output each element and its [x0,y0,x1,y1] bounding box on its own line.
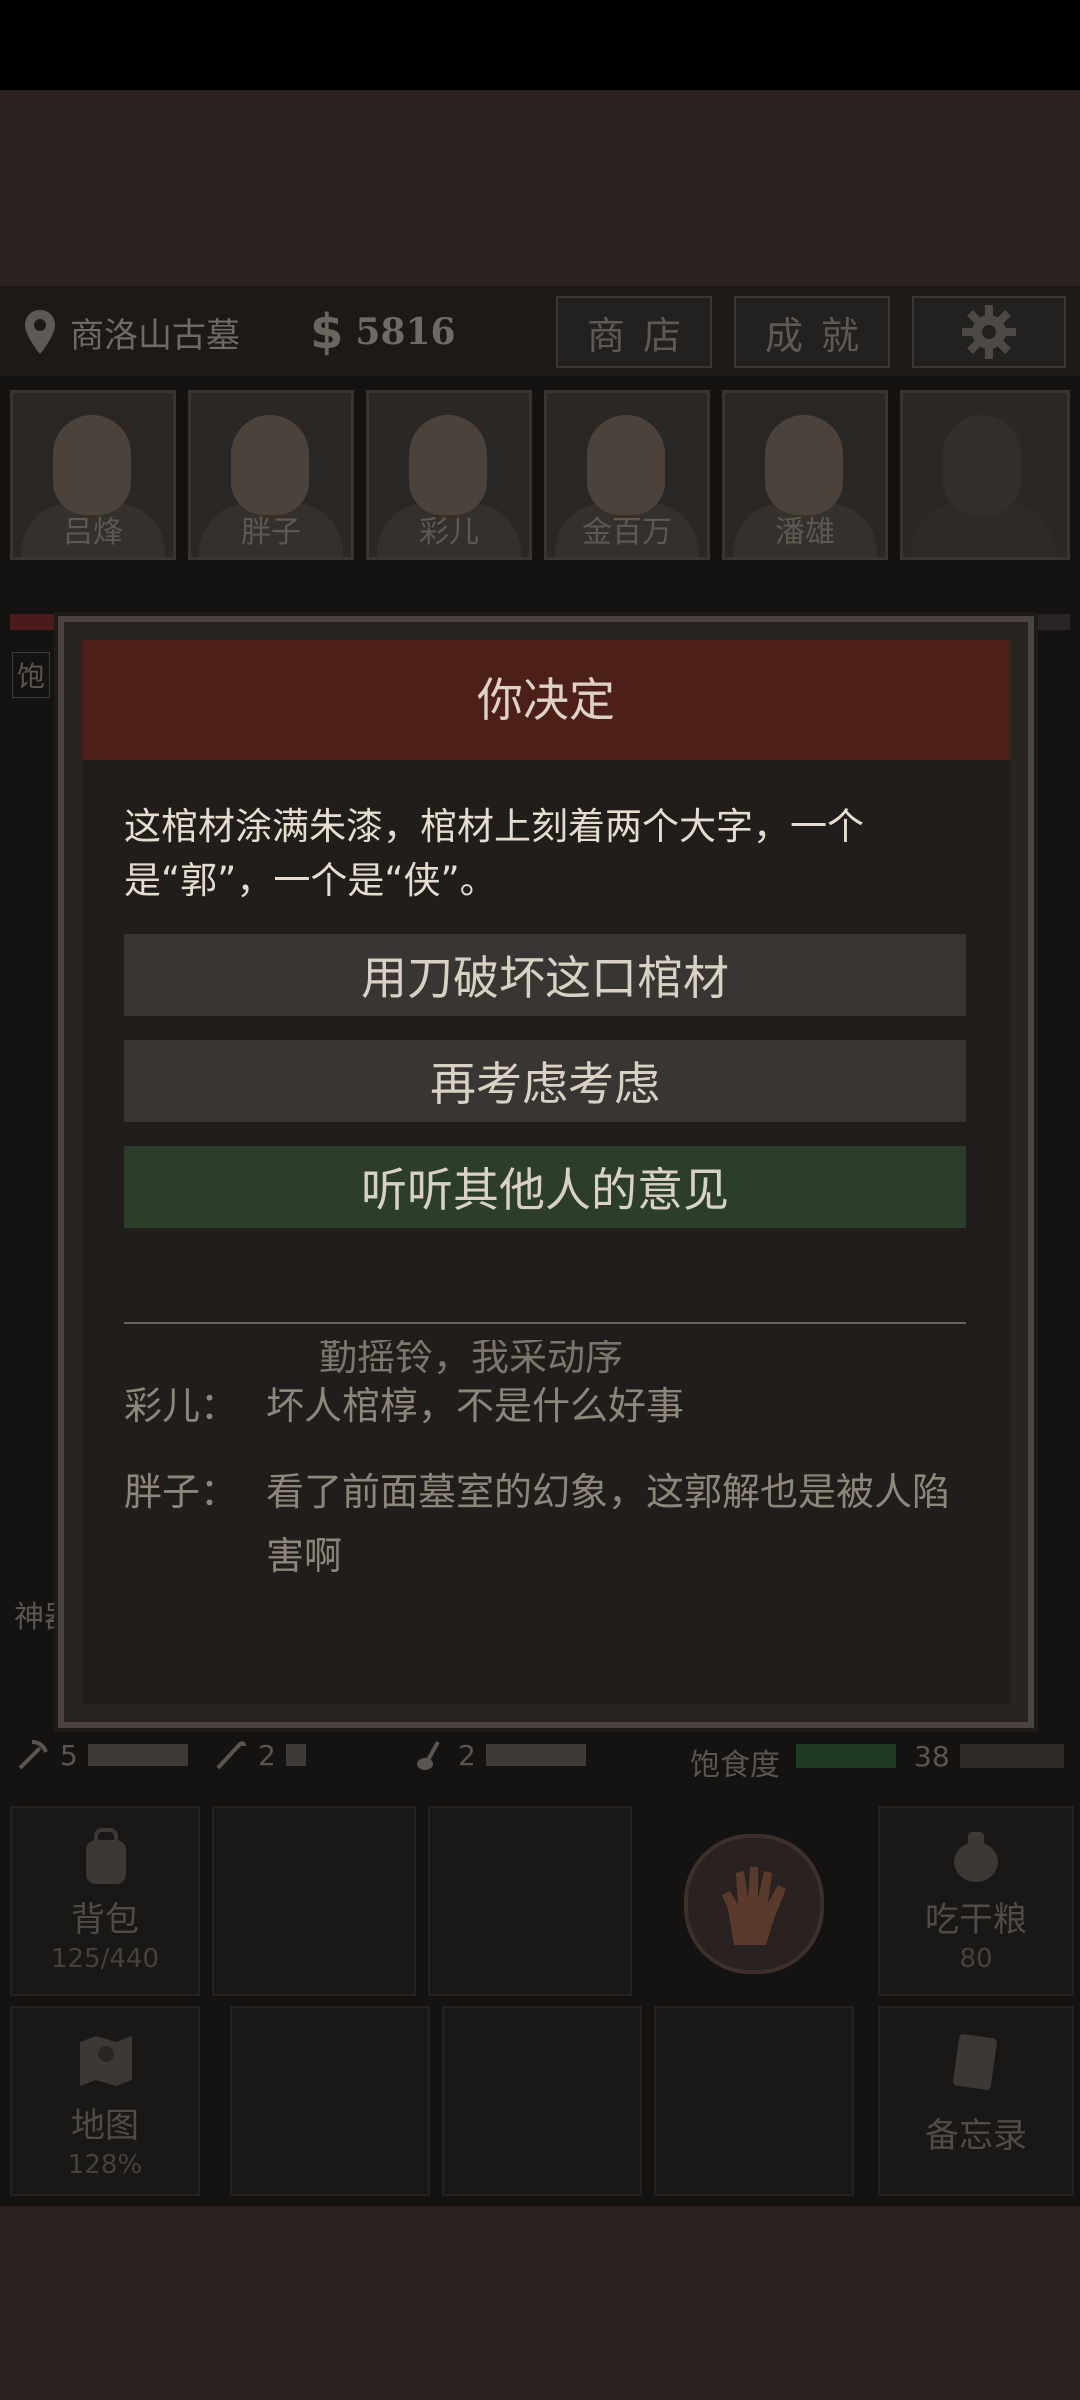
eat-ration-button[interactable]: 吃干粮 80 [878,1806,1074,1996]
map-button[interactable]: 地图 128% [10,2006,200,2196]
portrait-face [587,415,665,515]
ration-icon [954,1832,998,1882]
action-slot-3[interactable] [230,2006,430,2196]
top-spacer [0,90,1080,286]
party-portraits: 吕烽 胖子 彩儿 金百万 潘雄 [10,390,1070,560]
choice-break-coffin[interactable]: 用刀破坏这口棺材 [124,934,966,1016]
dialog-body: 这棺材涂满朱漆，棺材上刻着两个大字，一个是“郭”，一个是“侠”。 用刀破坏这口棺… [82,760,1010,1704]
hunger-track [960,1744,1064,1768]
portrait-face [765,415,843,515]
log-entry: 彩儿： 坏人棺椁，不是什么好事 [124,1374,966,1438]
pickaxe-icon [18,1740,48,1770]
log-speaker: 彩儿： [124,1384,239,1428]
portrait-6[interactable] [900,390,1070,560]
location-name: 商洛山古墓 [70,315,240,356]
location-pin-icon [25,310,55,354]
dollar-icon: $ [310,304,344,360]
hand-icon [722,1867,786,1945]
hunger-value: 38 [914,1740,950,1773]
action-slot-2[interactable] [428,1806,632,1996]
money-display: $ 5816 [310,304,480,360]
tool-crowbar-count: 2 [258,1738,276,1772]
narration-text: 这棺材涂满朱漆，棺材上刻着两个大字，一个是“郭”，一个是“侠”。 [124,805,864,902]
tools-and-hunger-row: 5 2 2 饱食度 38 [0,1726,1080,1786]
tool-crowbar: 2 [214,1738,306,1772]
opinion-log[interactable]: 勤摇铃，我采动序 彩儿： 坏人棺椁，不是什么好事 胖子： 看了前面墓室的幻象，这郭解… [124,1340,974,1670]
money-value: 5816 [355,311,456,353]
portrait-3[interactable]: 彩儿 [366,390,532,560]
portrait-2[interactable]: 胖子 [188,390,354,560]
achievement-button[interactable]: 成就 [734,296,890,368]
tool-shovel: 2 [414,1738,586,1772]
tool-shovel-count: 2 [458,1738,476,1772]
decision-dialog: 你决定 这棺材涂满朱漆，棺材上刻着两个大字，一个是“郭”，一个是“侠”。 用刀破… [58,616,1034,1728]
log-text: 看了前面墓室的幻象，这郭解也是被人陷害啊 [266,1470,951,1578]
portrait-name: 胖子 [241,515,301,550]
tool-shovel-bar [485,1744,586,1766]
log-entry: 胖子： 看了前面墓室的幻象，这郭解也是被人陷害啊 [124,1460,966,1588]
hunger-bar [796,1744,896,1768]
interact-button[interactable] [684,1834,824,1974]
portrait-4[interactable]: 金百万 [544,390,710,560]
tool-pickaxe-bar [87,1744,188,1766]
settings-button[interactable] [912,296,1066,368]
shop-button-label: 商店 [586,313,699,358]
top-bar: 商洛山古墓 $ 5816 商店 成就 [0,286,1080,376]
backpack-button[interactable]: 背包 125/440 [10,1806,200,1996]
crowbar-icon [216,1741,246,1770]
hunger-label: 饱食度 [690,1748,780,1783]
log-speaker: 胖子： [124,1470,239,1514]
gear-icon [962,305,1016,359]
portrait-face [943,415,1021,515]
map-label: 地图 [71,2106,139,2146]
memo-button[interactable]: 备忘录 [878,2006,1074,2196]
backpack-label: 背包 [71,1900,139,1940]
portrait-name: 吕烽 [63,515,123,550]
bottom-spacer [0,2206,1080,2400]
status-bar-band [0,0,1080,90]
log-text: 坏人棺椁，不是什么好事 [266,1384,685,1428]
location-indicator: 商洛山古墓 [22,304,272,360]
choice-reconsider[interactable]: 再考虑考虑 [124,1040,966,1122]
portrait-face [231,415,309,515]
backpack-capacity: 125/440 [50,1944,159,1974]
dialog-divider [124,1322,966,1324]
map-percent: 128% [67,2150,143,2180]
choice-ask-others[interactable]: 听听其他人的意见 [124,1146,966,1228]
shovel-icon [417,1741,440,1770]
tool-crowbar-bar [285,1744,306,1766]
portrait-name: 彩儿 [419,515,479,550]
dialog-title: 你决定 [477,673,615,727]
game-screen: 商洛山古墓 $ 5816 商店 成就 吕烽 胖子 彩儿 金百万 潘雄 饱 神器 … [0,286,1080,2206]
tool-pickaxe: 5 [16,1738,188,1772]
eat-ration-count: 80 [959,1944,993,1974]
memo-icon [953,2034,997,2090]
map-icon [80,2036,132,2086]
eat-ration-label: 吃干粮 [925,1900,1027,1940]
memo-label: 备忘录 [925,2116,1027,2156]
achievement-button-label: 成就 [764,313,877,358]
portrait-face [53,415,131,515]
shop-button[interactable]: 商店 [556,296,712,368]
dialog-header: 你决定 [82,640,1010,764]
action-slot-5[interactable] [654,2006,854,2196]
action-slot-1[interactable] [212,1806,416,1996]
hunger-side-tag: 饱 [12,652,51,698]
portrait-1[interactable]: 吕烽 [10,390,176,560]
hunger-bar-fill [796,1744,896,1768]
portrait-face [409,415,487,515]
portrait-name: 金百万 [582,515,672,550]
backpack-icon [86,1828,126,1884]
action-slot-4[interactable] [442,2006,642,2196]
portrait-5[interactable]: 潘雄 [722,390,888,560]
portrait-name: 潘雄 [775,515,835,550]
tool-pickaxe-count: 5 [60,1738,78,1772]
